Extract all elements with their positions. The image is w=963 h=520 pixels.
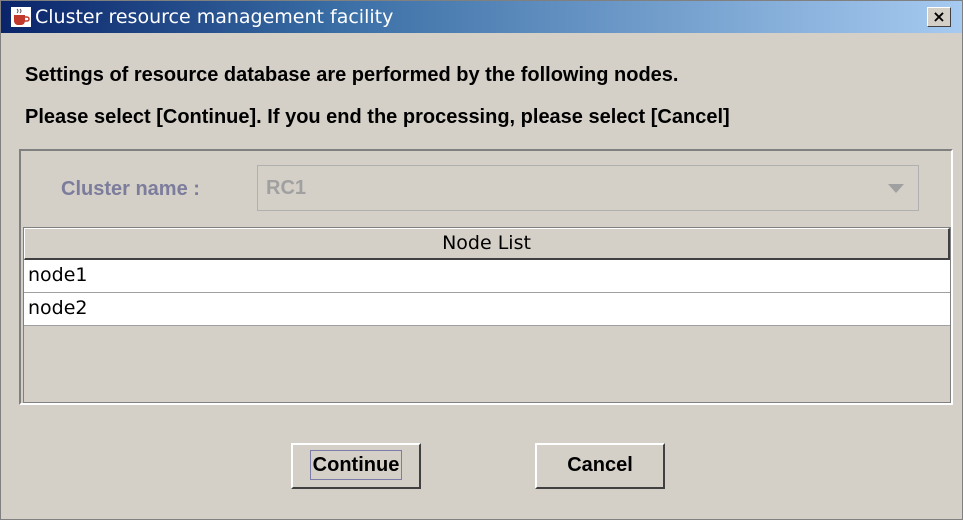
coffee-cup-icon xyxy=(11,7,31,27)
continue-button[interactable]: Continue xyxy=(291,443,421,489)
close-icon: × xyxy=(932,7,946,26)
message-line-2: Please select [Continue]. If you end the… xyxy=(25,106,730,128)
node-list-header[interactable]: Node List xyxy=(24,228,950,260)
cluster-panel: Cluster name : RC1 Node List node1 node2 xyxy=(19,149,953,405)
continue-button-label: Continue xyxy=(309,450,403,480)
table-row[interactable]: node1 xyxy=(24,260,950,293)
cancel-button[interactable]: Cancel xyxy=(535,443,665,489)
chevron-down-icon[interactable] xyxy=(888,184,904,193)
dialog-window: Cluster resource management facility × S… xyxy=(0,0,963,520)
message-line-1: Settings of resource database are perfor… xyxy=(25,64,679,86)
close-button[interactable]: × xyxy=(927,7,951,27)
cluster-name-value: RC1 xyxy=(266,177,307,199)
node-list-table: Node List node1 node2 xyxy=(23,227,951,403)
cluster-name-select[interactable]: RC1 xyxy=(257,165,919,211)
window-title: Cluster resource management facility xyxy=(35,6,394,28)
table-row[interactable]: node2 xyxy=(24,293,950,326)
cluster-name-label: Cluster name : xyxy=(61,178,200,200)
title-bar[interactable]: Cluster resource management facility × xyxy=(1,1,962,33)
cancel-button-label: Cancel xyxy=(567,454,633,476)
